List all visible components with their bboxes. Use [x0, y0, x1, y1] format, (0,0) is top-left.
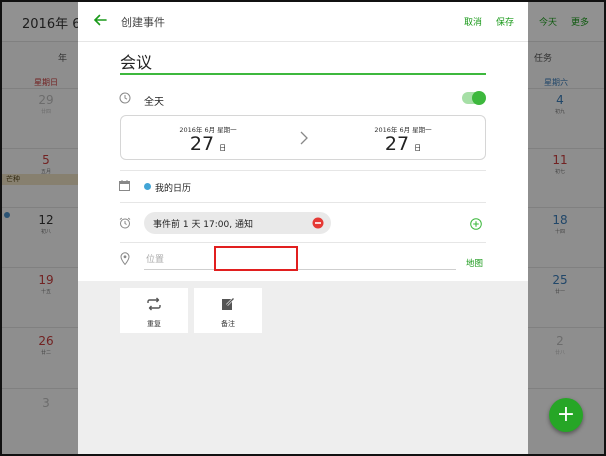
- section-divider: [120, 170, 486, 171]
- note-button[interactable]: 备注: [194, 288, 262, 333]
- clock-icon: [119, 92, 131, 104]
- save-button[interactable]: 保存: [496, 15, 514, 28]
- calendar-color-dot: [144, 183, 151, 190]
- repeat-label: 重复: [147, 320, 161, 328]
- add-event-fab[interactable]: +: [549, 398, 583, 432]
- end-date-button[interactable]: 2016年 6月 星期一 27 日: [338, 116, 468, 161]
- event-title-input[interactable]: [120, 49, 486, 75]
- dialog-title: 创建事件: [121, 16, 165, 29]
- start-day-number: 27: [189, 133, 215, 155]
- plus-icon: +: [556, 402, 576, 427]
- repeat-button[interactable]: 重复: [120, 288, 188, 333]
- all-day-toggle[interactable]: [462, 91, 486, 105]
- note-label: 备注: [221, 320, 235, 328]
- end-day-number: 27: [384, 133, 410, 155]
- reminder-text: 事件前 1 天 17:00, 通知: [153, 220, 253, 230]
- start-day-suffix: 日: [219, 144, 227, 152]
- dialog-header: 创建事件 取消 保存: [78, 0, 528, 42]
- cancel-button[interactable]: 取消: [464, 15, 482, 28]
- location-pin-icon: [120, 252, 130, 265]
- repeat-icon: [147, 297, 161, 311]
- all-day-label: 全天: [144, 97, 164, 108]
- calendar-icon: [119, 180, 130, 191]
- start-date-day: 27 日: [143, 133, 273, 155]
- remove-reminder-icon[interactable]: [312, 217, 324, 229]
- chevron-right-icon: [300, 131, 308, 145]
- toggle-knob: [472, 91, 486, 105]
- add-reminder-icon[interactable]: [470, 218, 482, 230]
- date-range-box: 2016年 6月 星期一 27 日 2016年 6月 星期一 27 日: [120, 115, 486, 160]
- end-date-day: 27 日: [338, 133, 468, 155]
- back-arrow-icon[interactable]: [92, 12, 108, 28]
- location-input[interactable]: [144, 251, 456, 270]
- create-event-dialog: 创建事件 取消 保存 全天 2016年 6月 星期一 27 日 2016年 6月…: [78, 0, 528, 456]
- alarm-clock-icon: [119, 217, 131, 229]
- edit-note-icon: [222, 297, 235, 310]
- section-divider: [120, 202, 486, 203]
- reminder-chip[interactable]: 事件前 1 天 17:00, 通知: [144, 212, 331, 234]
- start-date-button[interactable]: 2016年 6月 星期一 27 日: [143, 116, 273, 161]
- end-day-suffix: 日: [414, 144, 422, 152]
- map-button[interactable]: 地图: [466, 257, 483, 269]
- calendar-selector[interactable]: 我的日历: [155, 181, 191, 194]
- section-divider: [120, 242, 486, 243]
